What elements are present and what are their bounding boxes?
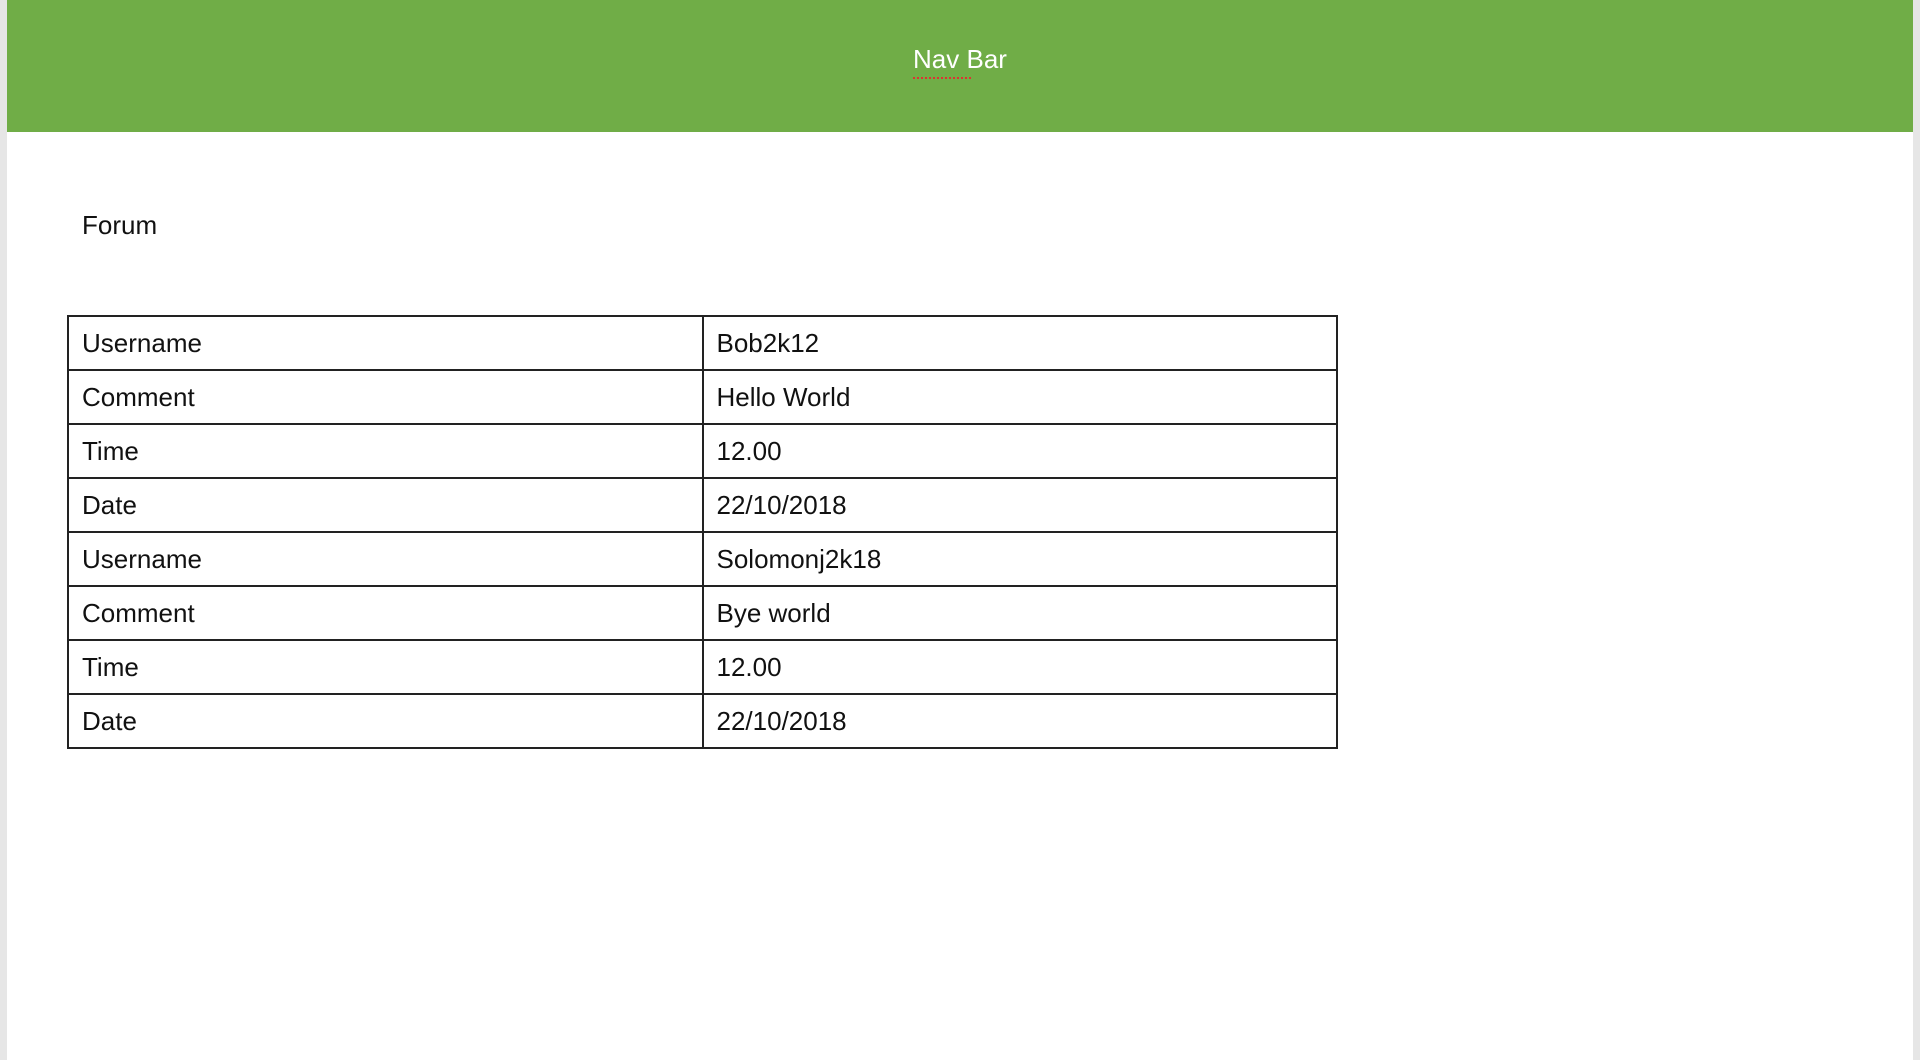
- row-label: Username: [67, 531, 704, 587]
- page: Nav Bar Forum Username Bob2k12 Comment Hel…: [7, 0, 1913, 1060]
- table-row: Username Solomonj2k18: [67, 531, 1338, 587]
- row-value: 12.00: [701, 423, 1338, 479]
- table-row: Date 22/10/2018: [67, 477, 1338, 533]
- nav-bar: Nav Bar: [7, 0, 1913, 132]
- row-value: Solomonj2k18: [701, 531, 1338, 587]
- row-label: Comment: [67, 369, 704, 425]
- row-value: 22/10/2018: [701, 477, 1338, 533]
- forum-table: Username Bob2k12 Comment Hello World Time 1…: [67, 315, 1338, 749]
- table-row: Comment Bye world: [67, 585, 1338, 641]
- row-value: Bob2k12: [701, 315, 1338, 371]
- row-value: 12.00: [701, 639, 1338, 695]
- table-row: Username Bob2k12: [67, 315, 1338, 371]
- row-label: Username: [67, 315, 704, 371]
- row-label: Date: [67, 693, 704, 749]
- row-value: 22/10/2018: [701, 693, 1338, 749]
- page-title: Forum: [82, 210, 158, 240]
- row-value: Bye world: [701, 585, 1338, 641]
- row-value: Hello World: [701, 369, 1338, 425]
- table-row: Time 12.00: [67, 423, 1338, 479]
- table-row: Time 12.00: [67, 639, 1338, 695]
- row-label: Time: [67, 639, 704, 695]
- table-row: Comment Hello World: [67, 369, 1338, 425]
- nav-bar-title: Nav Bar: [913, 43, 1007, 79]
- row-label: Comment: [67, 585, 704, 641]
- row-label: Time: [67, 423, 704, 479]
- table-row: Date 22/10/2018: [67, 693, 1338, 749]
- row-label: Date: [67, 477, 704, 533]
